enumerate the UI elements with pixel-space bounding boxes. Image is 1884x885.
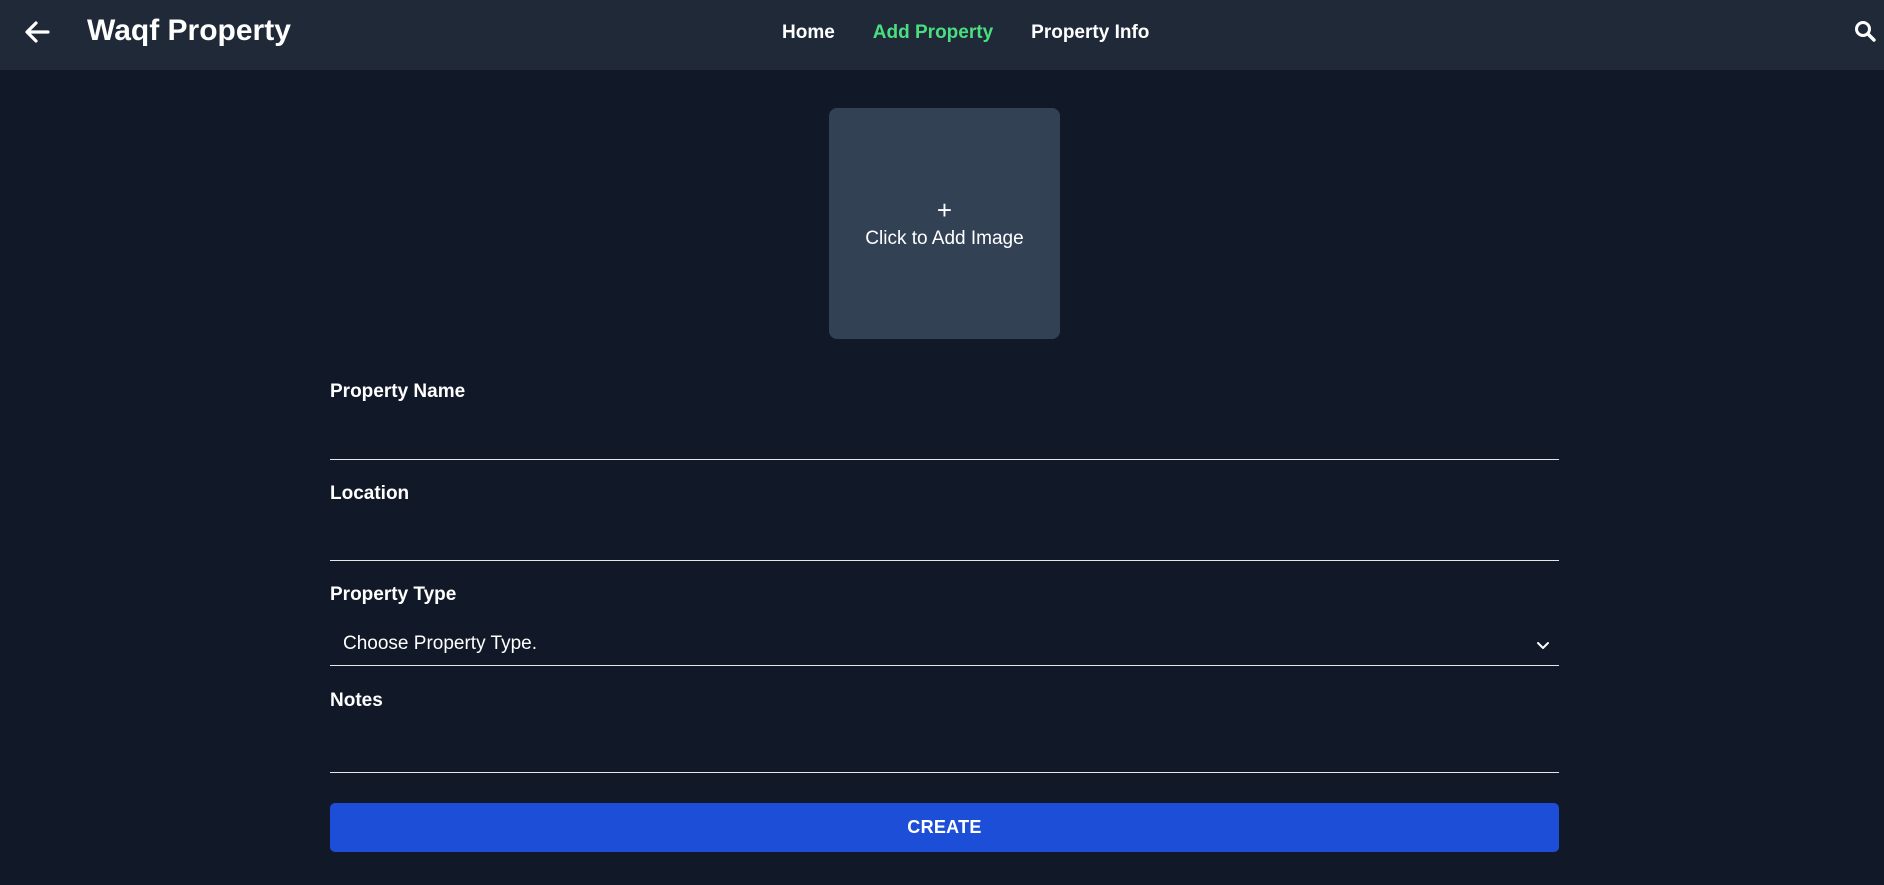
app-title: Waqf Property <box>87 14 291 47</box>
property-name-input[interactable] <box>330 424 1559 460</box>
arrow-left-icon <box>25 21 50 43</box>
chevron-down-icon <box>1537 642 1549 649</box>
nav-home[interactable]: Home <box>782 20 835 46</box>
search-icon <box>1855 21 1876 42</box>
nav-property-info[interactable]: Property Info <box>1031 20 1149 46</box>
upload-image-label: Click to Add Image <box>865 227 1024 249</box>
property-type-select[interactable]: Choose Property Type. <box>330 625 1559 666</box>
top-navbar: Waqf Property Home Add Property Property… <box>0 0 1884 70</box>
back-button[interactable] <box>22 16 54 48</box>
nav-add-property[interactable]: Add Property <box>873 20 993 46</box>
search-button[interactable] <box>1854 20 1876 42</box>
notes-input[interactable] <box>330 737 1559 773</box>
main-nav: Home Add Property Property Info <box>782 20 1149 46</box>
property-name-label: Property Name <box>330 381 466 402</box>
property-type-selected: Choose Property Type. <box>343 633 537 654</box>
location-label: Location <box>330 483 410 504</box>
property-type-label: Property Type <box>330 584 457 605</box>
image-upload-area[interactable]: + Click to Add Image <box>829 108 1060 339</box>
create-button[interactable]: CREATE <box>330 803 1559 852</box>
location-input[interactable] <box>330 525 1559 561</box>
notes-label: Notes <box>330 690 383 711</box>
plus-icon: + <box>936 194 953 225</box>
